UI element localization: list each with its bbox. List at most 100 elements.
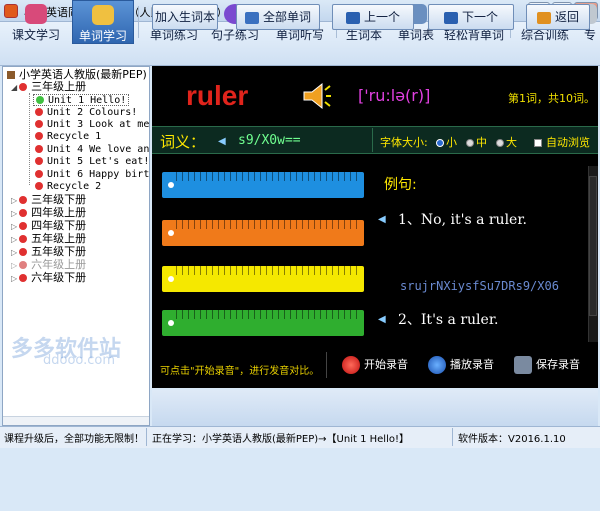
book-icon — [92, 5, 114, 25]
status-upgrade: 课程升级后，全部功能无限制！ — [4, 434, 144, 445]
divider — [372, 128, 373, 152]
font-size-large[interactable]: 大 — [496, 134, 517, 150]
record-icon — [342, 356, 360, 374]
tab-text-study[interactable]: 课文学习 — [2, 0, 70, 44]
ruler-image-blue — [162, 172, 364, 198]
play-record-button[interactable]: 播放录音 — [428, 356, 494, 374]
start-record-button[interactable]: 开始录音 — [342, 356, 408, 374]
lesson-icon — [35, 108, 43, 116]
word-panel: ruler ['ru:lə(r)] 第1词，共10词。 词义： ◀ s9/X0w… — [152, 66, 598, 388]
grade-icon — [19, 83, 28, 91]
tree-lesson-selected[interactable]: Unit 1 Hello! — [33, 94, 130, 106]
example-sentence-1: 1、No, it's a ruler. — [398, 212, 527, 228]
grade-icon — [19, 248, 28, 256]
speaker-small-icon[interactable]: ◀ — [378, 214, 386, 225]
play-icon — [428, 356, 446, 374]
collapse-icon: ▷ — [11, 235, 18, 244]
tree-lesson[interactable]: Recycle 1 — [35, 131, 101, 143]
divider — [326, 352, 327, 378]
status-divider — [452, 428, 453, 446]
book-icon — [25, 4, 47, 24]
font-size-small[interactable]: 小 — [436, 134, 457, 150]
example-title: 例句: — [384, 177, 417, 193]
font-size-label: 字体大小: — [380, 136, 428, 149]
lesson-icon — [35, 132, 43, 140]
back-button[interactable]: 返回 — [526, 4, 590, 30]
meaning-value: s9/X0w== — [238, 133, 301, 148]
scrollbar-thumb[interactable] — [589, 176, 597, 316]
status-divider — [146, 428, 147, 446]
collapse-icon: ▷ — [11, 248, 18, 257]
lesson-icon — [36, 96, 44, 104]
course-tree[interactable]: 小学英语人教版(最新PEP) ◢ 三年级上册 Unit 1 Hello! Unit… — [2, 66, 150, 426]
tree-grade[interactable]: ▷ 五年级上册 — [11, 233, 86, 245]
tree-hscrollbar[interactable] — [3, 416, 149, 425]
phonetic: ['ru:lə(r)] — [358, 86, 431, 105]
radio-icon — [466, 139, 474, 147]
radio-icon — [496, 139, 504, 147]
tree-lesson[interactable]: Unit 5 Let's eat! — [35, 156, 149, 168]
expand-icon: ◢ — [11, 83, 18, 92]
radio-icon — [436, 139, 444, 147]
collapse-icon: ▷ — [11, 196, 18, 205]
ruler-image-orange — [162, 220, 364, 246]
lesson-icon — [35, 182, 43, 190]
meaning-label: 词义： — [160, 133, 206, 151]
grade-icon — [19, 209, 28, 217]
font-size-medium[interactable]: 中 — [466, 134, 487, 150]
auto-browse-checkbox[interactable]: 自动浏览 — [534, 134, 590, 150]
book-icon — [7, 71, 15, 79]
lesson-icon — [35, 120, 43, 128]
collapse-icon: ▷ — [11, 274, 18, 283]
back-icon — [536, 11, 551, 24]
all-words-button[interactable]: 全部单词 — [236, 4, 320, 30]
action-bar — [152, 390, 598, 426]
tree-lesson[interactable]: Unit 2 Colours! — [35, 107, 137, 119]
collapse-icon: ▷ — [11, 222, 18, 231]
speaker-small-icon[interactable]: ◀ — [218, 136, 226, 147]
tree-grade[interactable]: ▷ 三年级下册 — [11, 194, 86, 206]
toolbar-divider — [138, 6, 139, 38]
watermark-url: ddooo.com — [43, 353, 116, 368]
save-record-button[interactable]: 保存录音 — [514, 356, 580, 374]
tree-grade[interactable]: ▷ 四年级上册 — [11, 207, 86, 219]
arrow-left-icon — [345, 11, 360, 24]
grade-icon — [19, 222, 28, 230]
tree-guide — [29, 93, 30, 185]
tree-grade[interactable]: ▷ 四年级下册 — [11, 220, 86, 232]
ruler-image-yellow — [162, 266, 364, 292]
tab-word-study[interactable]: 单词学习 — [72, 0, 134, 44]
grade-icon — [19, 261, 28, 269]
example-sentence-2: 2、It's a ruler. — [398, 312, 499, 328]
garbled-text: srujrNXiysfSu7DRs9/X06 — [400, 279, 559, 293]
speaker-icon[interactable] — [302, 82, 332, 110]
checkbox-icon — [534, 139, 542, 147]
tree-grade[interactable]: ▷ 六年级上册 — [11, 259, 86, 271]
lesson-icon — [35, 157, 43, 165]
grade-icon — [19, 196, 28, 204]
status-learning: 正在学习：小学英语人教版(最新PEP)→【Unit 1 Hello!】 — [152, 434, 409, 445]
record-hint: 可点击"开始录音"，进行发音对比。 — [160, 366, 320, 377]
word-counter: 第1词，共10词。 — [508, 92, 595, 105]
speaker-small-icon[interactable]: ◀ — [378, 314, 386, 325]
ruler-image-green — [162, 310, 364, 336]
tree-lesson[interactable]: Unit 3 Look at me! — [35, 119, 149, 131]
lesson-icon — [35, 170, 43, 178]
lesson-icon — [35, 145, 43, 153]
collapse-icon: ▷ — [11, 209, 18, 218]
tree-grade[interactable]: ▷ 五年级下册 — [11, 246, 86, 258]
tree-grade[interactable]: ▷ 六年级下册 — [11, 272, 86, 284]
next-button[interactable]: 下一个 — [428, 4, 514, 30]
grade-icon — [19, 274, 28, 282]
word-text: ruler — [186, 80, 249, 111]
tree-lesson[interactable]: Unit 6 Happy birth — [35, 169, 149, 181]
list-icon — [244, 11, 259, 24]
add-to-wordbook-button[interactable]: 加入生词本 — [152, 4, 218, 30]
previous-button[interactable]: 上一个 — [332, 4, 414, 30]
tree-lesson[interactable]: Unit 4 We love ani — [35, 144, 149, 156]
tree-grade-3a[interactable]: ◢ 三年级上册 — [11, 81, 86, 93]
tree-lesson[interactable]: Recycle 2 — [35, 181, 101, 193]
arrow-right-icon — [443, 11, 458, 24]
grade-icon — [19, 235, 28, 243]
status-version: 软件版本：V2016.1.10 — [458, 434, 566, 445]
